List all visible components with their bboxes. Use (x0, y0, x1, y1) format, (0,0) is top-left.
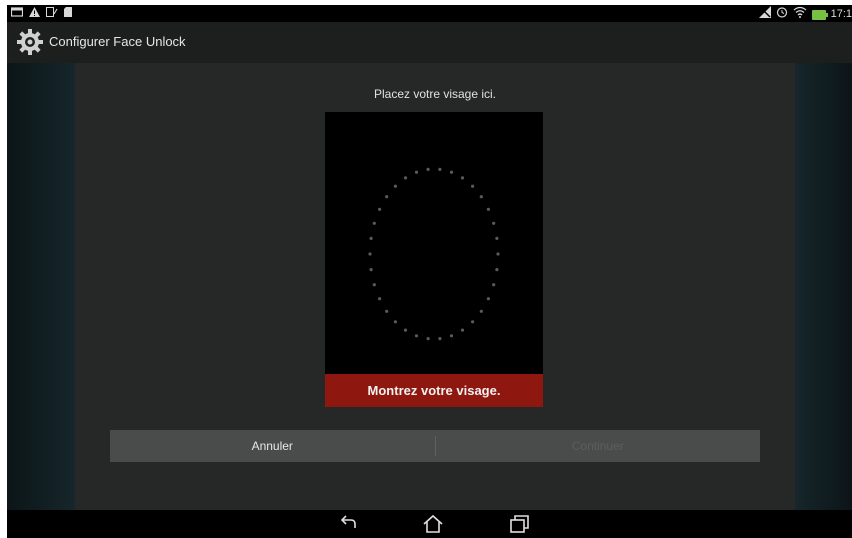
oval-dot (496, 252, 500, 256)
face-outline-oval (368, 167, 500, 341)
app-title: Configurer Face Unlock (49, 34, 186, 49)
wifi-icon (793, 6, 807, 22)
nfc-icon (46, 7, 58, 21)
warning-icon (29, 7, 40, 21)
recent-apps-icon[interactable] (507, 514, 531, 534)
oval-dot (449, 170, 454, 174)
oval-dot (460, 176, 465, 180)
status-time: 17:1 (830, 8, 852, 20)
oval-dot (486, 207, 490, 211)
oval-dot (368, 252, 372, 256)
oval-dot (403, 176, 408, 180)
oval-dot (492, 283, 496, 287)
no-signal-icon (758, 6, 771, 22)
oval-dot (378, 297, 382, 301)
oval-dot (393, 320, 397, 324)
battery-charging-icon (811, 10, 828, 20)
oval-dot (385, 195, 389, 199)
oval-dot (492, 221, 496, 225)
action-bar: Configurer Face Unlock (7, 22, 852, 63)
oval-dot (369, 236, 373, 240)
status-bar-left (10, 7, 72, 21)
oval-dot (414, 170, 419, 174)
continue-button[interactable]: Continuer (436, 430, 761, 462)
button-bar: Annuler Continuer (110, 430, 760, 462)
oval-dot (414, 334, 419, 338)
back-icon[interactable] (337, 514, 361, 534)
oval-dot (426, 337, 430, 341)
navigation-bar (7, 510, 852, 538)
instruction-text: Placez votre visage ici. (373, 87, 497, 101)
oval-dot (486, 297, 490, 301)
oval-dot (403, 328, 408, 332)
oval-dot (460, 328, 465, 332)
oval-dot (471, 184, 475, 188)
oval-dot (495, 236, 499, 240)
oval-dot (449, 334, 454, 338)
status-bar-right: 17:1 (758, 6, 852, 22)
screen-icon (10, 7, 24, 21)
face-unlock-dialog: Placez votre visage ici. Montrez votre v… (75, 63, 795, 510)
oval-dot (372, 283, 376, 287)
sd-card-icon (64, 7, 72, 21)
oval-dot (471, 320, 475, 324)
oval-dot (479, 195, 483, 199)
oval-dot (378, 207, 382, 211)
oval-dot (495, 268, 499, 272)
oval-dot (385, 309, 389, 313)
oval-dot (438, 167, 442, 171)
status-bar: 17:1 (7, 5, 852, 22)
screen: 17:1 Configurer Face Unlock Placez votre… (7, 5, 852, 538)
oval-dot (438, 337, 442, 341)
oval-dot (369, 268, 373, 272)
oval-dot (372, 221, 376, 225)
cancel-button[interactable]: Annuler (110, 430, 435, 462)
oval-dot (426, 167, 430, 171)
oval-dot (479, 309, 483, 313)
home-icon[interactable] (421, 514, 445, 534)
alarm-icon (776, 6, 788, 22)
face-status-message: Montrez votre visage. (325, 374, 543, 407)
settings-gear-icon[interactable] (17, 29, 43, 55)
camera-preview (325, 112, 543, 374)
oval-dot (393, 184, 397, 188)
